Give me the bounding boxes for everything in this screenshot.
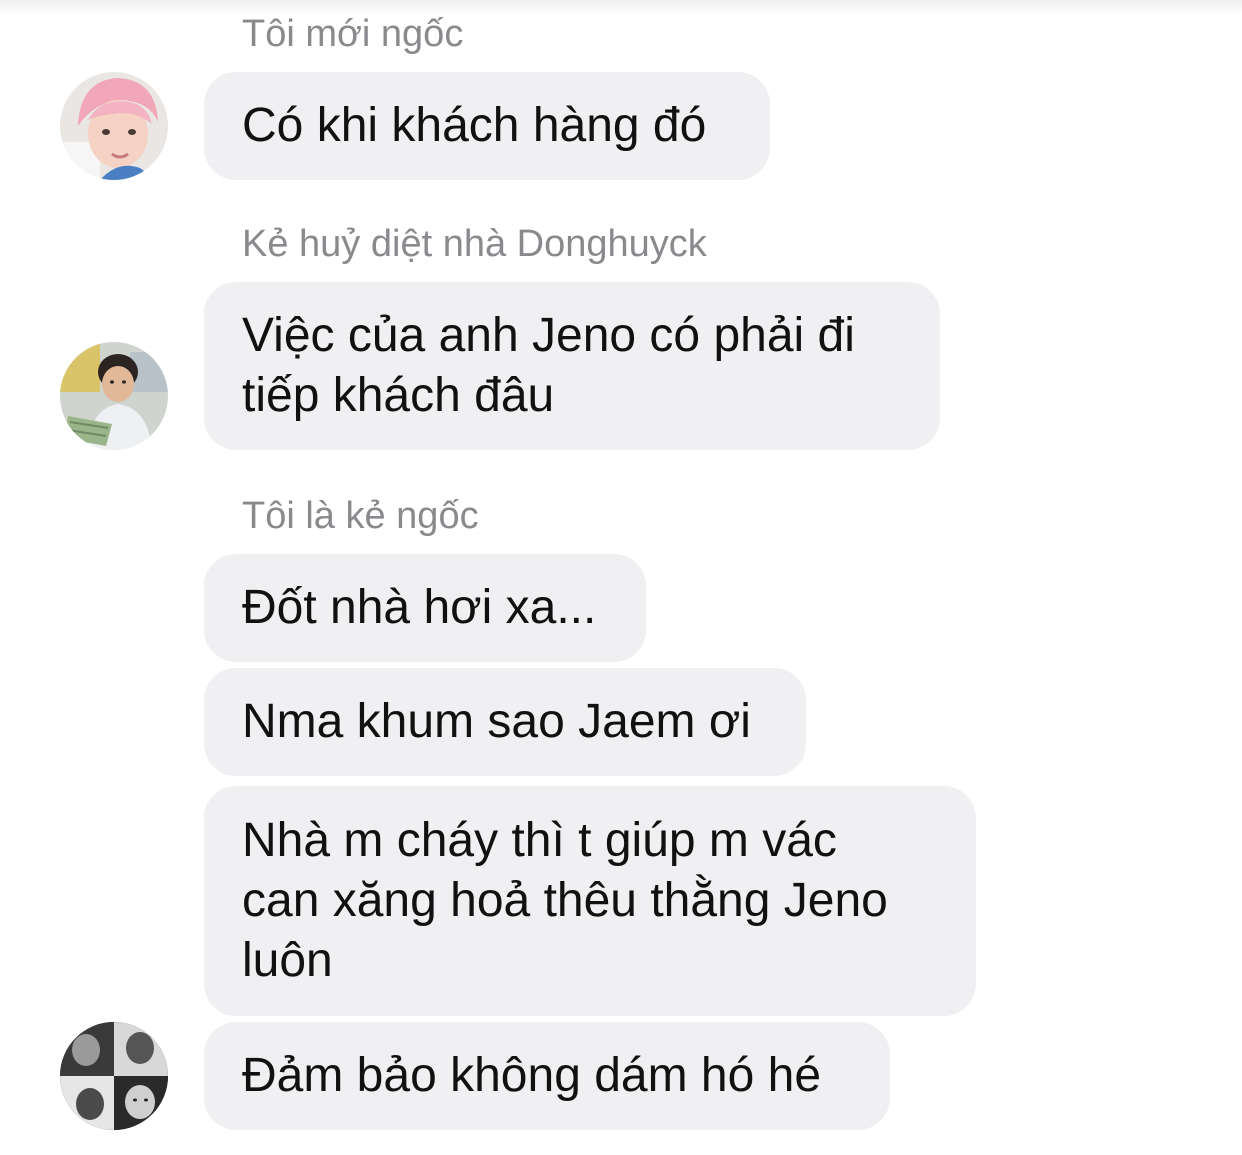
message-text: Nhà m cháy thì t giúp m vác can xăng hoả… [242, 814, 888, 987]
message-text: Có khi khách hàng đó [242, 99, 707, 152]
message-bubble[interactable]: Đốt nhà hơi xa... [204, 554, 646, 662]
message-bubble[interactable]: Đảm bảo không dám hó hé [204, 1022, 890, 1130]
boy-holding-money-avatar[interactable] [60, 342, 168, 450]
sender-name: Kẻ huỷ diệt nhà Donghuyck [242, 223, 707, 265]
sender-name: Tôi mới ngốc [242, 13, 464, 55]
message-bubble[interactable]: Việc của anh Jeno có phải đi tiếp khách … [204, 282, 940, 450]
message-text: Nma khum sao Jaem ơi [242, 695, 751, 748]
black-white-collage-avatar[interactable] [60, 1022, 168, 1130]
message-bubble[interactable]: Nhà m cháy thì t giúp m vác can xăng hoả… [204, 786, 976, 1016]
message-text: Việc của anh Jeno có phải đi tiếp khách … [242, 309, 855, 422]
message-bubble[interactable]: Nma khum sao Jaem ơi [204, 668, 806, 776]
message-text: Đốt nhà hơi xa... [242, 581, 597, 634]
message-text: Đảm bảo không dám hó hé [242, 1049, 822, 1102]
sender-name: Tôi là kẻ ngốc [242, 495, 479, 537]
pink-hair-person-avatar[interactable] [60, 72, 168, 180]
top-edge-shadow [0, 0, 1242, 14]
message-bubble[interactable]: Có khi khách hàng đó [204, 72, 770, 180]
